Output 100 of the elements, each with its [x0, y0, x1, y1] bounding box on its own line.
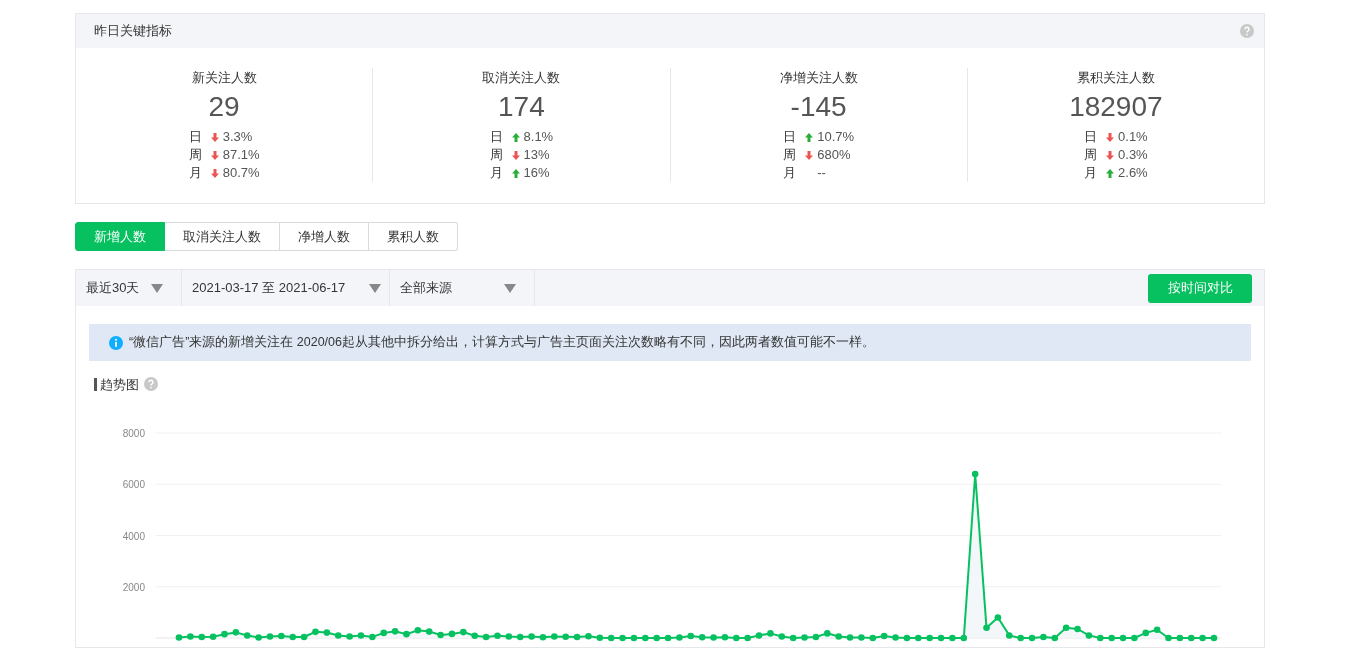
change-value: 680%	[817, 146, 851, 164]
change-value: 0.1%	[1118, 128, 1148, 146]
data-point	[744, 634, 751, 642]
period-label: 日	[489, 128, 504, 146]
metric-label: 新关注人数	[191, 69, 257, 87]
data-point	[960, 634, 968, 642]
period-label: 月	[489, 164, 504, 182]
tab[interactable]: 取消关注人数	[165, 222, 280, 251]
data-point	[460, 628, 467, 636]
data-point	[505, 633, 513, 640]
period-label: 周	[1084, 146, 1099, 164]
data-point	[596, 634, 604, 642]
data-point	[664, 634, 672, 642]
data-point	[926, 634, 933, 642]
change-value: 10.7%	[817, 128, 855, 146]
data-point	[971, 470, 979, 478]
period-label: 月	[188, 164, 203, 182]
data-point	[630, 634, 638, 642]
metric-value: 174	[498, 90, 545, 124]
data-point	[1051, 634, 1059, 642]
data-point	[551, 633, 558, 640]
caret-icon	[369, 283, 381, 293]
data-point	[1131, 634, 1138, 642]
y-axis-label: 2000	[122, 581, 145, 593]
period-label: 日	[188, 128, 203, 146]
help-icon[interactable]	[144, 377, 158, 391]
data-point	[425, 628, 433, 635]
data-point	[1074, 625, 1081, 633]
metric-label: 取消关注人数	[482, 69, 561, 87]
data-point	[437, 631, 444, 639]
data-point	[619, 634, 626, 642]
data-point	[767, 630, 774, 637]
data-point	[391, 628, 399, 635]
data-point	[676, 634, 683, 641]
data-point	[607, 634, 615, 642]
filter-dropdown[interactable]: 全部来源	[390, 270, 535, 306]
data-point	[209, 633, 217, 640]
period-label: 周	[783, 146, 798, 164]
data-point	[1108, 634, 1115, 642]
data-point	[300, 633, 308, 641]
data-point	[369, 633, 376, 641]
data-point	[824, 630, 831, 637]
data-point	[892, 634, 899, 641]
data-point	[528, 633, 535, 640]
data-point	[255, 634, 262, 641]
data-point	[414, 627, 422, 634]
period-label: 月	[1084, 164, 1099, 182]
data-point	[1210, 634, 1218, 642]
data-point	[1085, 632, 1093, 639]
data-point	[573, 633, 581, 641]
data-point	[232, 629, 240, 636]
data-point	[1096, 634, 1104, 642]
period-label: 日	[1084, 128, 1099, 146]
data-point	[482, 633, 490, 641]
data-point	[187, 633, 194, 640]
data-point	[516, 633, 524, 641]
tab[interactable]: 净增人数	[280, 222, 369, 251]
period-label: 周	[489, 146, 504, 164]
tab[interactable]: 累积人数	[369, 222, 458, 251]
data-point	[1187, 634, 1195, 642]
card-title: 昨日关键指标	[94, 22, 172, 40]
notice-text: “微信广告”来源的新增关注在 2020/06起从其他中拆分给出，计算方式与广告主页面关注次数略有不同，因此两者数值可能不一样。	[129, 334, 875, 351]
data-point	[994, 614, 1002, 621]
data-point	[801, 634, 808, 641]
data-point	[380, 629, 388, 637]
data-point	[903, 634, 911, 642]
data-point	[346, 633, 353, 640]
data-point	[983, 624, 990, 632]
data-point	[653, 634, 660, 642]
filter-dropdown[interactable]: 最近30天	[76, 270, 182, 306]
change-value: 3.3%	[222, 128, 253, 146]
caret-icon	[504, 283, 516, 293]
metric-label: 净增关注人数	[779, 69, 858, 87]
period-label: 日	[783, 128, 798, 146]
change-value: 16%	[523, 164, 550, 182]
data-point	[1165, 634, 1172, 642]
section-title: 趋势图	[94, 377, 139, 391]
data-point	[733, 634, 740, 642]
data-point	[585, 632, 592, 640]
data-point	[642, 634, 649, 642]
data-point	[198, 633, 206, 641]
change-value: 8.1%	[523, 128, 554, 146]
data-point	[175, 634, 183, 641]
metric-value: -145	[790, 90, 847, 124]
data-point	[789, 634, 797, 642]
data-point	[1062, 624, 1070, 632]
data-point	[1199, 634, 1206, 642]
data-point	[1040, 633, 1047, 641]
data-point	[1176, 634, 1184, 642]
data-point	[915, 634, 922, 642]
data-point	[494, 632, 501, 639]
data-point	[471, 632, 478, 639]
info-icon	[109, 335, 123, 350]
filter-dropdown[interactable]: 2021-03-17 至 2021-06-17	[182, 270, 390, 306]
period-label: 周	[188, 146, 203, 164]
help-icon[interactable]	[1240, 24, 1254, 38]
data-point	[448, 630, 456, 638]
data-point	[403, 630, 410, 638]
data-point	[539, 633, 547, 641]
y-axis-label: 6000	[122, 479, 145, 491]
